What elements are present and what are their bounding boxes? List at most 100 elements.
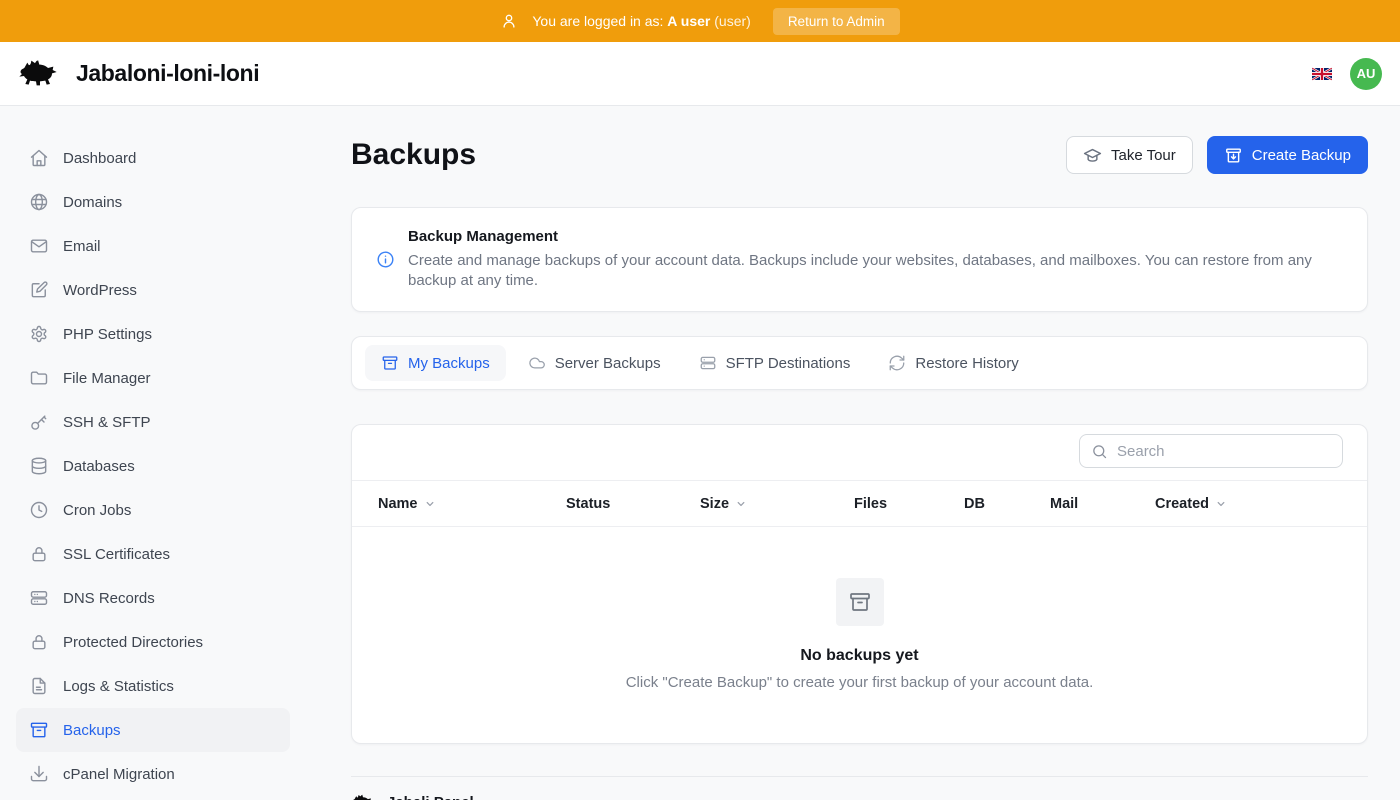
database-icon (29, 456, 49, 476)
tab-label: Restore History (915, 355, 1018, 372)
backup-management-infobox: Backup Management Create and manage back… (351, 207, 1368, 312)
table-header-row: Name Status Size Files DB Mail (352, 480, 1367, 527)
sidebar-item-label: DNS Records (63, 590, 155, 607)
archive-icon (848, 590, 872, 614)
main-layout: Dashboard Domains Email WordPress PHP Se… (0, 106, 1400, 800)
column-header-name[interactable]: Name (378, 496, 566, 512)
infobox-text: Backup Management Create and manage back… (408, 228, 1343, 291)
search-icon (1091, 443, 1108, 460)
sidebar-item-databases[interactable]: Databases (16, 444, 290, 488)
column-header-size[interactable]: Size (700, 496, 854, 512)
server-icon (699, 354, 717, 372)
page-actions: Take Tour Create Backup (1066, 136, 1368, 174)
column-label: Status (566, 496, 610, 512)
clock-icon (29, 500, 49, 520)
sidebar-item-backups[interactable]: Backups (16, 708, 290, 752)
key-icon (29, 412, 49, 432)
folder-icon (29, 368, 49, 388)
column-header-db[interactable]: DB (964, 496, 1050, 512)
sidebar-item-label: Email (63, 238, 101, 255)
sidebar-item-label: Domains (63, 194, 122, 211)
empty-state: No backups yet Click "Create Backup" to … (352, 527, 1367, 743)
admin-session-bar: You are logged in as: A user (user) Retu… (0, 0, 1400, 42)
logged-in-username: A user (667, 13, 710, 29)
empty-state-message: Click "Create Backup" to create your fir… (626, 674, 1094, 691)
main-content: Backups Take Tour Create Backup Backup M… (306, 106, 1400, 800)
sidebar-item-logs-statistics[interactable]: Logs & Statistics (16, 664, 290, 708)
column-label: Created (1155, 496, 1209, 512)
app-header: Jabaloni-loni-loni AU (0, 42, 1400, 106)
column-label: Files (854, 496, 887, 512)
edit-icon (29, 280, 49, 300)
sidebar-item-wordpress[interactable]: WordPress (16, 268, 290, 312)
tab-label: SFTP Destinations (726, 355, 851, 372)
infobox-title: Backup Management (408, 228, 1343, 245)
archive-icon (29, 720, 49, 740)
sidebar-item-label: Protected Directories (63, 634, 203, 651)
tab-server-backups[interactable]: Server Backups (512, 345, 677, 381)
app-title: Jabaloni-loni-loni (76, 60, 259, 87)
page-head: Backups Take Tour Create Backup (351, 136, 1368, 174)
column-header-status[interactable]: Status (566, 496, 700, 512)
sidebar-item-cpanel-migration[interactable]: cPanel Migration (16, 752, 290, 796)
user-icon (500, 12, 518, 30)
backup-tabs: My Backups Server Backups SFTP Destinati… (351, 336, 1368, 390)
create-backup-button[interactable]: Create Backup (1207, 136, 1368, 174)
sidebar-nav: Dashboard Domains Email WordPress PHP Se… (0, 106, 306, 800)
chevron-down-icon (1214, 497, 1228, 511)
footer-right (1096, 777, 1368, 800)
sidebar-item-ssl-certificates[interactable]: SSL Certificates (16, 532, 290, 576)
return-to-admin-button[interactable]: Return to Admin (773, 8, 900, 35)
sidebar-item-label: Dashboard (63, 150, 136, 167)
mail-icon (29, 236, 49, 256)
sidebar-item-php-settings[interactable]: PHP Settings (16, 312, 290, 356)
sidebar-item-label: Backups (63, 722, 121, 739)
sidebar-item-file-manager[interactable]: File Manager (16, 356, 290, 400)
sidebar-item-label: SSL Certificates (63, 546, 170, 563)
sidebar-item-label: cPanel Migration (63, 766, 175, 783)
create-backup-label: Create Backup (1252, 147, 1351, 164)
column-header-created[interactable]: Created (1155, 496, 1341, 512)
tab-restore-history[interactable]: Restore History (872, 345, 1034, 381)
refresh-icon (888, 354, 906, 372)
sidebar-item-protected-directories[interactable]: Protected Directories (16, 620, 290, 664)
infobox-description: Create and manage backups of your accoun… (408, 251, 1343, 291)
chevron-down-icon (734, 497, 748, 511)
backups-table-card: Name Status Size Files DB Mail (351, 424, 1368, 744)
tab-label: Server Backups (555, 355, 661, 372)
column-header-mail[interactable]: Mail (1050, 496, 1155, 512)
uk-flag-icon[interactable] (1312, 67, 1332, 81)
logged-in-prefix: You are logged in as: (532, 13, 663, 29)
tab-my-backups[interactable]: My Backups (365, 345, 506, 381)
globe-icon (29, 192, 49, 212)
sidebar-item-dns-records[interactable]: DNS Records (16, 576, 290, 620)
info-icon (376, 250, 395, 269)
tab-label: My Backups (408, 355, 490, 372)
search-input[interactable] (1117, 443, 1331, 460)
column-header-files[interactable]: Files (854, 496, 964, 512)
sidebar-item-domains[interactable]: Domains (16, 180, 290, 224)
page-title: Backups (351, 138, 476, 172)
archive-icon (381, 354, 399, 372)
column-label: DB (964, 496, 985, 512)
column-label: Size (700, 496, 729, 512)
tab-sftp-destinations[interactable]: SFTP Destinations (683, 345, 867, 381)
sidebar-item-label: PHP Settings (63, 326, 152, 343)
gear-icon (29, 324, 49, 344)
sidebar-item-email[interactable]: Email (16, 224, 290, 268)
footer-brand: Jabali Panel (351, 793, 474, 800)
take-tour-button[interactable]: Take Tour (1066, 136, 1193, 174)
server-icon (29, 588, 49, 608)
sidebar-item-dashboard[interactable]: Dashboard (16, 136, 290, 180)
sidebar-item-ssh-sftp[interactable]: SSH & SFTP (16, 400, 290, 444)
chevron-down-icon (423, 497, 437, 511)
logged-in-text: You are logged in as: A user (user) (532, 13, 750, 29)
sidebar-item-label: Logs & Statistics (63, 678, 174, 695)
file-text-icon (29, 676, 49, 696)
page-footer: Jabali Panel (351, 776, 1368, 800)
search-box (1079, 434, 1343, 468)
user-avatar[interactable]: AU (1350, 58, 1382, 90)
sidebar-item-label: Databases (63, 458, 135, 475)
empty-state-icon-box (836, 578, 884, 626)
sidebar-item-cron-jobs[interactable]: Cron Jobs (16, 488, 290, 532)
